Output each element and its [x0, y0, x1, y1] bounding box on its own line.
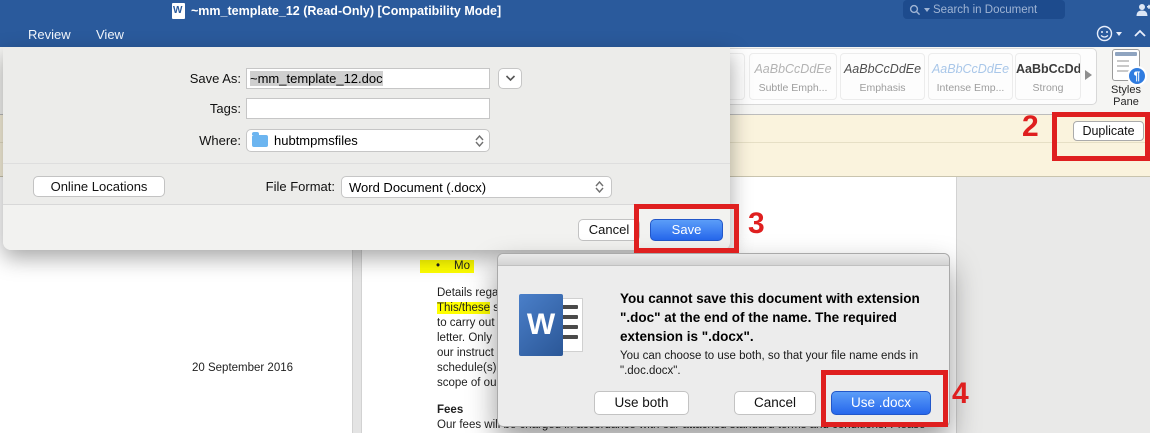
file-format-label: File Format:: [157, 179, 335, 194]
word-document-icon-letter: W: [173, 5, 182, 17]
online-locations-button[interactable]: Online Locations: [33, 176, 165, 197]
style-sample: AaBbCcDdEe: [750, 62, 836, 76]
document-text-line: schedule(s),: [437, 362, 500, 374]
stepper-icon: [475, 135, 484, 147]
document-text-line: Details rega: [437, 287, 498, 299]
gallery-expand-arrow-icon[interactable]: [1085, 70, 1092, 80]
document-text-line: to carry out: [437, 317, 495, 329]
annotation-step-3: 3: [748, 207, 765, 241]
document-fees-heading: Fees: [437, 404, 463, 416]
search-icon: [909, 4, 921, 16]
annotation-box-use-docx: [821, 370, 948, 427]
file-format-value: Word Document (.docx): [349, 180, 486, 195]
cancel-button[interactable]: Cancel: [578, 219, 640, 241]
word-document-icon: W: [172, 3, 185, 19]
use-both-button[interactable]: Use both: [594, 391, 689, 415]
save-as-sheet: Save As: ~mm_template_12.doc Tags: Where…: [3, 47, 730, 250]
annotation-step-2: 2: [1022, 110, 1039, 144]
tab-review[interactable]: Review: [28, 22, 71, 47]
annotation-box-save: [634, 204, 739, 253]
smiley-icon: [1096, 25, 1113, 42]
search-placeholder: Search in Document: [933, 4, 1037, 16]
where-label: Where:: [63, 133, 241, 148]
document-text-line: scope of our: [437, 377, 500, 389]
tags-label: Tags:: [63, 101, 241, 116]
alert-title-bar: [498, 254, 949, 266]
word-app-icon: W: [519, 294, 585, 356]
pilcrow-icon: ¶: [1127, 66, 1147, 86]
style-sample: AaBbCcDdEe: [929, 62, 1012, 76]
search-scope-caret-icon[interactable]: [924, 8, 930, 12]
style-item-strong[interactable]: AaBbCcDdEe Strong: [1015, 53, 1081, 100]
style-sample: AaBbCcDdEe: [1016, 62, 1080, 76]
where-dropdown[interactable]: hubtmpmsfiles: [246, 129, 490, 152]
sheet-button-row: Cancel Save: [3, 205, 730, 250]
smiley-caret-icon: [1116, 32, 1122, 36]
file-format-dropdown[interactable]: Word Document (.docx): [341, 176, 612, 198]
title-bar: W ~mm_template_12 (Read-Only) [Compatibi…: [0, 0, 1150, 22]
document-text-line: letter. Only: [437, 332, 492, 344]
style-label: Intense Emp...: [929, 82, 1012, 94]
annotation-step-4: 4: [952, 377, 969, 411]
tab-view[interactable]: View: [96, 22, 124, 47]
style-label: Strong: [1016, 82, 1080, 94]
sheet-divider: [3, 163, 730, 164]
feedback-smiley-button[interactable]: [1096, 25, 1122, 42]
style-gallery: d Ee e AaBbCcDdEe Subtle Emph... AaBbCcD…: [724, 48, 1097, 105]
ribbon-tab-bar: Review View: [0, 22, 1150, 47]
stepper-icon: [595, 181, 604, 193]
styles-pane-label: Styles Pane: [1103, 84, 1149, 108]
alert-cancel-button[interactable]: Cancel: [734, 391, 816, 415]
word-app-icon-letter: W: [519, 294, 563, 356]
filename-value: ~mm_template_12.doc: [250, 71, 383, 86]
filename-input[interactable]: ~mm_template_12.doc: [246, 68, 490, 89]
tags-input[interactable]: [246, 98, 490, 119]
alert-title: You cannot save this document with exten…: [620, 289, 950, 346]
document-highlighted-bullet: •Mo: [420, 260, 474, 273]
folder-icon: [252, 135, 268, 147]
style-item-subtle-emphasis[interactable]: AaBbCcDdEe Subtle Emph...: [749, 53, 837, 100]
save-as-label: Save As:: [63, 71, 241, 86]
style-sample: AaBbCcDdEe: [841, 62, 924, 76]
share-person-icon[interactable]: [1135, 2, 1150, 18]
document-date: 20 September 2016: [192, 362, 293, 374]
style-label: Emphasis: [841, 82, 924, 94]
word-window: W ~mm_template_12 (Read-Only) [Compatibi…: [0, 0, 1150, 433]
document-text-line: our instruct: [437, 347, 494, 359]
styles-pane-button[interactable]: ¶ Styles Pane: [1103, 48, 1149, 112]
style-label: Subtle Emph...: [750, 82, 836, 94]
window-title: ~mm_template_12 (Read-Only) [Compatibili…: [191, 4, 501, 18]
expand-sheet-button[interactable]: [498, 68, 522, 89]
window-title-group: W ~mm_template_12 (Read-Only) [Compatibi…: [172, 3, 501, 19]
style-item-intense-emphasis[interactable]: AaBbCcDdEe Intense Emp...: [928, 53, 1013, 100]
document-highlighted-line: This/these s: [437, 302, 499, 314]
chevron-down-icon: [505, 74, 516, 82]
collapse-ribbon-chevron-icon[interactable]: [1133, 29, 1147, 39]
annotation-box-duplicate: [1052, 112, 1150, 161]
where-value: hubtmpmsfiles: [274, 133, 358, 148]
page-edge-divider: [352, 244, 362, 433]
style-item-emphasis[interactable]: AaBbCcDdEe Emphasis: [840, 53, 925, 100]
search-input[interactable]: Search in Document: [903, 0, 1065, 19]
styles-pane-icon: ¶: [1112, 49, 1140, 81]
